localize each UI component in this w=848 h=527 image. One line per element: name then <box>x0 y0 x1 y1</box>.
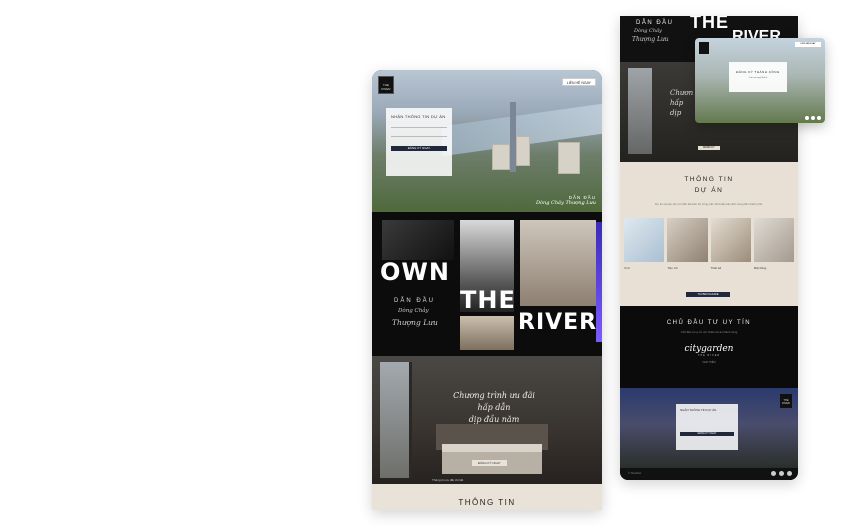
youtube-icon[interactable] <box>811 116 815 120</box>
building-image <box>558 142 580 174</box>
promo-title: Chương trình ưu đãi hấp dẫn dịp đầu năm <box>444 390 544 426</box>
promo-section: Chương trình ưu đãi hấp dẫn dịp đầu năm … <box>372 356 602 484</box>
success-dialog: ĐĂNG KÝ THÀNH CÔNG Cảm ơn quý khách <box>729 62 787 92</box>
dialog-desc: Cảm ơn quý khách <box>748 77 768 79</box>
side-info-title-1: THÔNG TIN <box>684 176 734 183</box>
popup-social-icons <box>805 116 821 120</box>
developer-section: CHỦ ĐẦU TƯ UY TÍN Chủ đầu tư uy tín với … <box>620 306 798 388</box>
developer-title: CHỦ ĐẦU TƯ UY TÍN <box>666 320 752 326</box>
info-cards <box>624 218 794 262</box>
window-image <box>628 68 652 154</box>
own-word: OWN <box>380 258 450 286</box>
promo-title-line1: Chương trình ưu đãi <box>453 391 535 400</box>
form-field-name[interactable] <box>391 127 447 128</box>
hero-caption-line2: Dòng Chảy Thượng Lưu <box>535 200 596 206</box>
side-footer: © The River <box>620 468 798 480</box>
side-promo-line2: hấp <box>670 99 684 107</box>
logo[interactable]: THE RIVER <box>378 76 394 94</box>
side-info-title-2: DỰ ÁN <box>694 187 724 194</box>
living-room-image <box>460 316 514 350</box>
the-word: THE <box>460 286 516 314</box>
developer-link[interactable]: XEM THÊM <box>620 361 798 364</box>
villa-form-title: NHẬN THÔNG TIN DỰ ÁN <box>680 408 717 412</box>
river-word: RIVER <box>518 310 598 335</box>
lead-form: NHẬN THÔNG TIN DỰ ÁN ĐĂNG KÝ NGAY <box>386 108 452 176</box>
side-promo-line3: dịp <box>670 109 682 117</box>
side-promo-title: Chươn hấp dịp <box>670 88 693 118</box>
side-top-line3: Thượng Lưu <box>632 36 669 43</box>
card-label: Mặt bằng <box>753 266 767 270</box>
building-image <box>492 144 510 170</box>
info-card-floorplan[interactable] <box>753 218 794 262</box>
card-label: Tiện ích <box>667 266 678 270</box>
youtube-icon[interactable] <box>779 471 784 476</box>
side-promo-line1: Chươn <box>670 89 694 97</box>
developer-desc: Chủ đầu tư uy tín với nhiều dự án thành … <box>680 330 738 334</box>
card-label: Vị trí <box>624 266 631 270</box>
villa-form-button[interactable]: ĐĂNG KÝ NGAY <box>680 432 734 436</box>
developer-logo: citygarden <box>684 344 734 354</box>
promo-register-button[interactable]: ĐĂNG KÝ NGAY <box>472 460 507 466</box>
card-label: Thiết kế <box>710 266 722 270</box>
promo-title-line2: hấp dẫn <box>477 403 511 412</box>
form-field-phone[interactable] <box>391 136 447 137</box>
popup-logo <box>699 42 709 54</box>
form-submit-button[interactable]: ĐĂNG KÝ NGAY <box>391 146 447 151</box>
own-subtitle-2: Dòng Chảy <box>398 308 429 314</box>
window-image <box>380 362 412 478</box>
contact-button[interactable]: LIÊN HỆ NGAY <box>561 78 596 86</box>
brochure-button[interactable]: TẢI BROCHURE <box>686 292 730 297</box>
own-subtitle-3: Thượng Lưu <box>392 318 438 327</box>
info-section-header: THÔNG TIN <box>372 484 602 510</box>
villa-logo: THE RIVER <box>780 394 792 408</box>
info-card-amenities[interactable] <box>667 218 708 262</box>
info-card-design[interactable] <box>710 218 751 262</box>
phone-icon[interactable] <box>787 471 792 476</box>
bedroom-image <box>520 220 596 306</box>
promo-note: Thông tin ưu đãi chi tiết <box>432 478 464 482</box>
watch-image <box>382 220 454 260</box>
side-top-line2: Dòng Chảy <box>634 28 662 34</box>
side-promo-button[interactable]: ĐĂNG KÝ <box>698 146 720 150</box>
own-the-river-section: OWN THE RIVER DẪN ĐẦU Dòng Chảy Thượng L… <box>372 212 602 356</box>
bed-image <box>442 444 542 474</box>
facebook-icon[interactable] <box>805 116 809 120</box>
own-subtitle-1: DẪN ĐẦU <box>394 298 436 304</box>
info-card-labels: Vị trí Tiện ích Thiết kế Mặt bằng <box>624 266 794 270</box>
hero-caption: DẪN ĐẦU Dòng Chảy Thượng Lưu <box>536 195 596 206</box>
showcase-stage: THE RIVER LIÊN HỆ NGAY NHẬN THÔNG TIN DỰ… <box>0 0 848 527</box>
popup-mockup: LIÊN HỆ NGAY ĐĂNG KÝ THÀNH CÔNG Cảm ơn q… <box>695 38 825 123</box>
building-image <box>516 136 530 166</box>
developer-logo-sub: THE RIVER <box>697 354 721 357</box>
side-info-section: THÔNG TIN DỰ ÁN Dự án tọa lạc tại vị trí… <box>620 162 798 306</box>
info-card-location[interactable] <box>624 218 665 262</box>
facebook-icon[interactable] <box>771 471 776 476</box>
side-the-word: THE <box>690 16 729 32</box>
phone-icon[interactable] <box>817 116 821 120</box>
promo-title-line3: dịp đầu năm <box>468 415 520 424</box>
villa-section: THE RIVER NHẬN THÔNG TIN DỰ ÁN ĐĂNG KÝ N… <box>620 388 798 468</box>
popup-contact-button[interactable]: LIÊN HỆ NGAY <box>795 42 821 47</box>
info-title: THÔNG TIN <box>458 498 516 507</box>
side-info-desc: Dự án tọa lạc tại vị trí đắc địa bên bờ … <box>655 202 763 206</box>
social-icons <box>771 471 792 476</box>
villa-form: NHẬN THÔNG TIN DỰ ÁN ĐĂNG KÝ NGAY <box>676 404 738 450</box>
side-top-line1: DẪN ĐẦU <box>636 20 674 26</box>
main-page-mockup: THE RIVER LIÊN HỆ NGAY NHẬN THÔNG TIN DỰ… <box>372 70 602 510</box>
dialog-title: ĐĂNG KÝ THÀNH CÔNG <box>736 70 780 74</box>
footer-text: © The River <box>628 472 642 475</box>
hero-section: THE RIVER LIÊN HỆ NGAY NHẬN THÔNG TIN DỰ… <box>372 70 602 212</box>
form-title: NHẬN THÔNG TIN DỰ ÁN <box>391 114 446 119</box>
